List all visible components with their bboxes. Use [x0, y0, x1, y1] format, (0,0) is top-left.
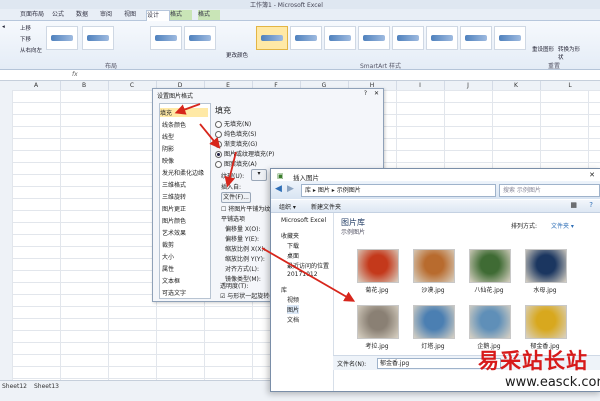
arrow-to-koala	[261, 247, 356, 302]
annotation-arrows	[174, 103, 356, 302]
watermark-text: 易采站长站	[478, 349, 588, 373]
arrow-to-file-button	[224, 151, 237, 188]
arrow-to-fill-nav	[174, 103, 201, 115]
arrow-to-picture-fill	[199, 123, 221, 149]
watermark-url: www.easck.com	[505, 375, 600, 390]
